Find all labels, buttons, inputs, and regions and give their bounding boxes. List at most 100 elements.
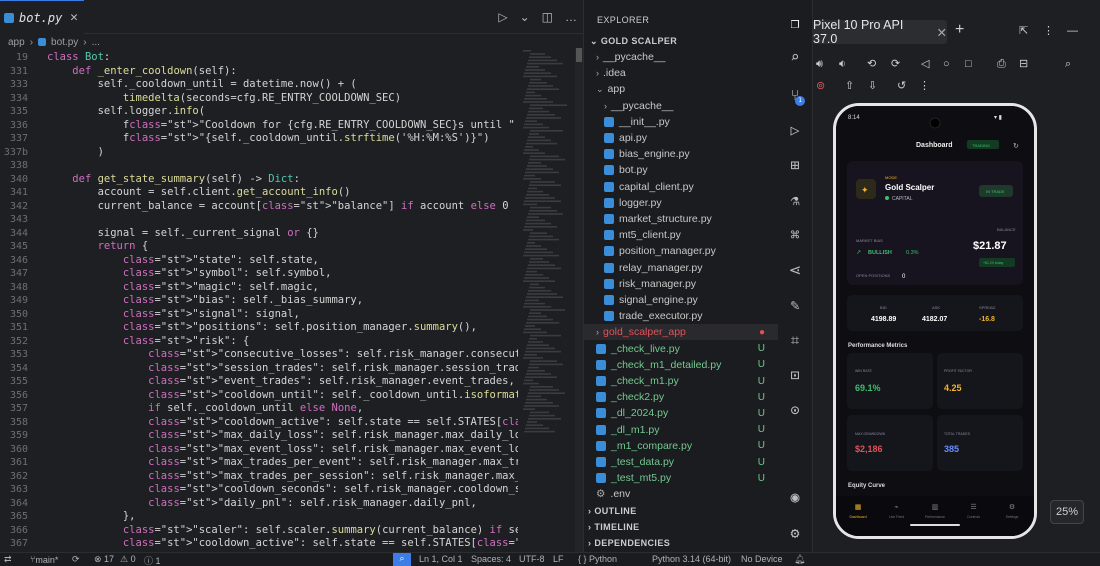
section-outline[interactable]: › OUTLINE — [588, 506, 637, 516]
code-line[interactable]: self._cooldown_until = datetime.now() + … — [47, 78, 357, 91]
section-dependencies[interactable]: › DEPENDENCIES — [588, 538, 670, 548]
python-interpreter[interactable]: Python 3.14 (64-bit) — [652, 554, 731, 564]
notifications-icon[interactable]: 🔔︎ — [794, 554, 805, 565]
code-line[interactable]: if self._cooldown_until else None, — [47, 402, 363, 415]
code-line[interactable]: class="st">"cooldown_until": self._coold… — [47, 389, 518, 402]
code-line[interactable]: def get_state_summary(self) -> Dict: — [47, 173, 300, 186]
history-icon[interactable]: ↺ — [897, 79, 906, 93]
info-count[interactable]: ⓘ 1 — [144, 554, 161, 566]
code-line[interactable]: class="st">"cooldown_active": self.state… — [47, 416, 518, 429]
scan-icon[interactable]: ⌗ — [786, 331, 804, 349]
code-line[interactable]: class="st">"scaler": self.scaler.summary… — [47, 524, 518, 537]
nav-label[interactable]: Settings — [1006, 515, 1019, 519]
nav-label[interactable]: Live Feed — [889, 515, 904, 519]
code-line[interactable]: class="st">"daily_pnl": self.risk_manage… — [47, 497, 477, 510]
cursor-position[interactable]: Ln 1, Col 1 — [419, 554, 463, 564]
code-line[interactable]: class="st">"max_trades_per_event": self.… — [47, 456, 518, 469]
screenrecord-icon[interactable]: ⊟ — [1019, 57, 1028, 71]
rotate-left-icon[interactable]: ⟲ — [867, 57, 876, 71]
code-line[interactable]: class="st">"positions": self.position_ma… — [47, 321, 477, 334]
device-selector[interactable]: No Device — [741, 554, 783, 564]
more-vertical-icon[interactable]: ⋮ — [919, 79, 930, 93]
tree-item[interactable]: › gold_scalper_app ● — [584, 324, 778, 341]
tree-item[interactable]: position_manager.py — [584, 243, 778, 259]
error-count[interactable]: ⊗ 17 — [94, 554, 114, 565]
screenshot-icon[interactable]: ⎙ — [997, 57, 1006, 71]
open-external-icon[interactable]: ⇱ — [1019, 24, 1028, 38]
nav-icon[interactable]: ▥ — [932, 504, 939, 511]
tree-item[interactable]: _dl_2024.py U — [584, 405, 778, 421]
code-line[interactable]: current_balance = account[class="st">"ba… — [47, 200, 509, 213]
tree-item[interactable]: bias_engine.py — [584, 146, 778, 162]
tree-item[interactable]: market_structure.py — [584, 211, 778, 227]
extensions-icon[interactable]: ⊞ — [786, 156, 804, 174]
tree-item[interactable]: › __pycache__ — [584, 98, 778, 114]
sync-icon[interactable]: ⟳ — [72, 554, 80, 565]
tree-item[interactable]: api.py — [584, 130, 778, 146]
code-area[interactable]: 19 class Bot: 331 def _enter_cooldown(self… — [0, 48, 518, 552]
branch-indicator[interactable]: ⑂ main* — [30, 554, 58, 565]
tree-item[interactable]: trade_executor.py — [584, 308, 778, 324]
code-line[interactable]: fclass="st">"{self._cooldown_until.strft… — [47, 132, 490, 145]
record-icon[interactable]: ⊚ — [816, 79, 825, 93]
zoom-level[interactable]: 25% — [1050, 500, 1084, 524]
code-line[interactable]: }, — [47, 510, 136, 523]
encoding[interactable]: UTF-8 — [519, 554, 545, 564]
tab-bot-py[interactable]: bot.py ✕ — [0, 0, 84, 34]
app-dashboard[interactable]: 8:14 ▾ ▮ Dashboard TRADING ↻ ✦ MODE Gold… — [836, 106, 1034, 536]
run-icon[interactable]: ▷ — [498, 10, 507, 24]
nav-icon[interactable]: ☰ — [970, 504, 976, 511]
more-vertical-icon[interactable]: ⋮ — [1043, 24, 1054, 38]
code-line[interactable]: class="st">"state": self.state, — [47, 254, 319, 267]
tree-item[interactable]: mt5_client.py — [584, 227, 778, 243]
tree-item[interactable]: logger.py — [584, 195, 778, 211]
breadcrumb-app[interactable]: app — [8, 37, 25, 48]
close-device-icon[interactable]: ✕ — [937, 25, 947, 40]
code-line[interactable]: class="st">"symbol": self.symbol, — [47, 267, 332, 280]
breadcrumb-file[interactable]: bot.py — [51, 37, 78, 48]
nav-label[interactable]: Controls — [967, 515, 980, 519]
code-line[interactable]: class="st">"risk": { — [47, 335, 249, 348]
code-line[interactable]: class Bot: — [47, 51, 110, 64]
tree-item[interactable]: capital_client.py — [584, 179, 778, 195]
device-tab[interactable]: Pixel 10 Pro API 37.0 ✕ — [813, 18, 947, 46]
remote-icon[interactable]: ⇄ — [4, 554, 12, 565]
code-line[interactable]: account = self.client.get_account_info() — [47, 186, 351, 199]
search-icon[interactable]: ⌕ — [786, 48, 804, 66]
tree-item[interactable]: _test_mt5.py U — [584, 470, 778, 486]
add-device-icon[interactable]: + — [955, 22, 964, 38]
tree-item[interactable]: _check2.py U — [584, 389, 778, 405]
scrollbar-thumb[interactable] — [576, 48, 582, 62]
code-line[interactable]: class="st">"max_daily_loss": self.risk_m… — [47, 429, 518, 442]
upload-icon[interactable]: ⇧ — [845, 79, 854, 93]
testing-icon[interactable]: ⚗ — [786, 191, 804, 209]
more-actions-icon[interactable]: … — [565, 10, 577, 24]
code-line[interactable]: fclass="st">"Cooldown for {cfg.RE_ENTRY_… — [47, 119, 515, 132]
project-root[interactable]: ⌄ GOLD SCALPER — [590, 36, 677, 47]
code-line[interactable]: class="st">"cooldown_active": self.state… — [47, 537, 518, 550]
tree-item[interactable]: bot.py — [584, 162, 778, 178]
home-icon[interactable]: ○ — [943, 57, 950, 71]
run-debug-icon[interactable]: ▷ — [786, 121, 804, 139]
tree-item[interactable]: › __pycache__ — [584, 49, 778, 65]
code-line[interactable]: class="st">"event_trades": self.risk_man… — [47, 375, 515, 388]
tree-item[interactable]: relay_manager.py — [584, 260, 778, 276]
tree-item[interactable]: ⌄ app — [584, 81, 778, 97]
line-ending[interactable]: LF — [553, 554, 564, 564]
overview-icon[interactable]: □ — [965, 57, 972, 71]
robot-icon[interactable]: ⊙ — [786, 401, 804, 419]
tree-item[interactable]: signal_engine.py — [584, 292, 778, 308]
run-dropdown-icon[interactable]: ⌄ — [520, 10, 530, 24]
language-mode[interactable]: { } Python — [578, 554, 617, 564]
code-line[interactable]: self.logger.info( — [47, 105, 206, 118]
settings-gear-icon[interactable]: ⚙ — [786, 524, 804, 542]
breadcrumb-symbol[interactable]: ... — [92, 37, 100, 48]
tree-item[interactable]: risk_manager.py — [584, 276, 778, 292]
code-line[interactable]: class="st">"signal": signal, — [47, 308, 300, 321]
code-line[interactable]: ) — [47, 146, 104, 159]
warning-count[interactable]: ⚠ 0 — [120, 554, 136, 565]
editor-scrollbar[interactable] — [575, 48, 583, 552]
code-line[interactable]: class="st">"max_event_loss": self.risk_m… — [47, 443, 518, 456]
nav-icon[interactable]: ⌁ — [894, 504, 898, 511]
tree-item[interactable]: _test_data.py U — [584, 454, 778, 470]
